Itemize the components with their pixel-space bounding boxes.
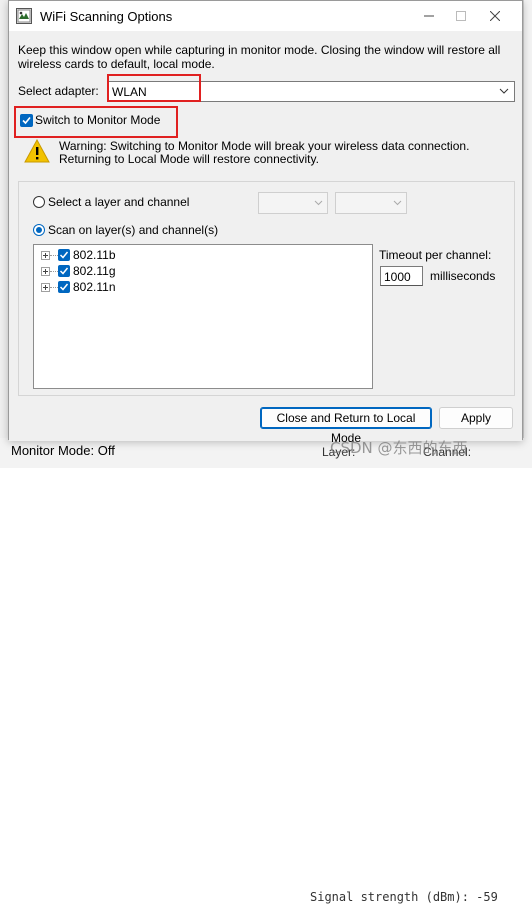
layer-label: 802.11n <box>73 280 116 294</box>
timeout-unit-label: milliseconds <box>430 269 496 283</box>
tree-connector <box>50 287 58 288</box>
chevron-down-icon <box>393 200 402 206</box>
wifi-scanning-options-dialog: WiFi Scanning Options Keep this window o… <box>8 0 523 459</box>
close-button[interactable] <box>475 1 515 31</box>
layer-label: 802.11g <box>73 264 116 278</box>
checkmark-icon <box>59 283 69 291</box>
layer-tree[interactable]: 802.11b 802.11g 802.11n <box>33 244 373 389</box>
dialog-content: Keep this window open while capturing in… <box>9 31 522 459</box>
expand-icon[interactable] <box>41 267 50 276</box>
intro-text: Keep this window open while capturing in… <box>18 43 501 71</box>
monitor-mode-checkbox[interactable] <box>20 114 33 127</box>
checkmark-icon <box>22 116 31 125</box>
background-app-right <box>523 0 532 468</box>
close-return-local-button[interactable]: Close and Return to Local Mode <box>260 407 432 445</box>
monitor-mode-status: Monitor Mode: Off <box>11 443 115 458</box>
warning-text: Warning: Switching to Monitor Mode will … <box>59 139 470 166</box>
select-layer-channel-radio[interactable] <box>33 196 45 208</box>
checkmark-icon <box>59 251 69 259</box>
watermark-text: CSDN @东西的东西 <box>330 439 468 457</box>
close-icon <box>490 11 500 21</box>
adapter-label: Select adapter: <box>18 84 99 98</box>
window-title: WiFi Scanning Options <box>40 9 173 24</box>
signal-strength-text: Signal strength (dBm): -59 <box>310 890 498 904</box>
adapter-value: WLAN <box>112 85 147 99</box>
tree-connector <box>50 255 58 256</box>
tree-connector <box>50 271 58 272</box>
minimize-icon <box>424 15 434 17</box>
layer-checkbox[interactable] <box>58 249 70 261</box>
chevron-down-icon <box>499 88 509 94</box>
chevron-down-icon <box>314 200 323 206</box>
warning-icon <box>24 139 50 163</box>
wireshark-app-icon <box>16 8 32 24</box>
timeout-value: 1000 <box>384 270 411 284</box>
layer-label: 802.11b <box>73 248 116 262</box>
layer-checkbox[interactable] <box>58 265 70 277</box>
layer-select[interactable] <box>258 192 328 214</box>
adapter-select[interactable]: WLAN <box>107 81 515 102</box>
monitor-mode-label[interactable]: Switch to Monitor Mode <box>35 113 160 127</box>
channel-select[interactable] <box>335 192 407 214</box>
scan-layers-channels-radio[interactable] <box>33 224 45 236</box>
apply-button[interactable]: Apply <box>439 407 513 429</box>
expand-icon[interactable] <box>41 283 50 292</box>
layer-checkbox[interactable] <box>58 281 70 293</box>
timeout-label: Timeout per channel: <box>379 248 492 262</box>
timeout-input[interactable]: 1000 <box>380 266 423 286</box>
select-layer-channel-label[interactable]: Select a layer and channel <box>48 195 189 209</box>
maximize-icon <box>456 11 466 21</box>
expand-icon[interactable] <box>41 251 50 260</box>
title-bar[interactable]: WiFi Scanning Options <box>9 1 522 31</box>
checkmark-icon <box>59 267 69 275</box>
scan-layers-channels-label[interactable]: Scan on layer(s) and channel(s) <box>48 223 218 237</box>
